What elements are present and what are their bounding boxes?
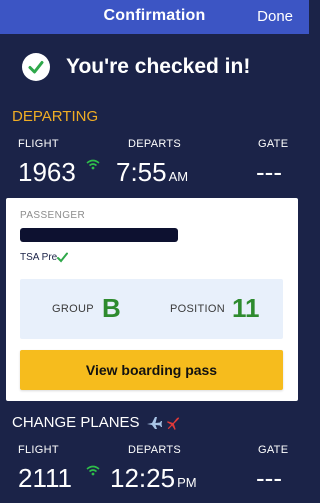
departs-ampm: AM	[168, 169, 189, 184]
passenger-name-redacted	[20, 228, 178, 242]
gate-value: ---	[256, 157, 282, 187]
change-wifi-icon	[86, 465, 100, 476]
tsa-check-icon	[57, 252, 69, 263]
position-value: 11	[232, 293, 260, 323]
flight-label: FLIGHT	[18, 138, 59, 150]
change-departs-label: DEPARTS	[128, 444, 182, 456]
checked-in-text: You're checked in!	[66, 55, 251, 78]
departs-time-value: 7:55	[116, 157, 167, 187]
wifi-icon	[86, 159, 100, 170]
gate-label: GATE	[258, 138, 289, 150]
change-departs-time: 12:25 PM	[110, 463, 197, 494]
change-planes-text: CHANGE PLANES	[12, 414, 140, 431]
checked-in-banner: You're checked in!	[22, 52, 250, 82]
departs-label: DEPARTS	[128, 138, 182, 150]
passenger-label: PASSENGER	[20, 210, 86, 221]
group-value: B	[102, 293, 121, 323]
check-icon	[22, 53, 50, 81]
departs-time: 7:55 AM	[116, 157, 188, 188]
departing-title: DEPARTING	[12, 108, 99, 125]
change-planes-title: CHANGE PLANES	[12, 414, 180, 431]
change-departs-ampm: PM	[177, 475, 197, 490]
view-boarding-pass-button[interactable]: View boarding pass	[20, 350, 283, 390]
boarding-group-box: GROUP B POSITION 11	[20, 279, 283, 339]
change-departs-time-value: 12:25	[110, 463, 176, 493]
change-flight-number: 2111	[18, 463, 72, 493]
position-label: POSITION	[170, 303, 225, 315]
change-gate-value: ---	[256, 463, 282, 493]
tsa-text: TSA Pre	[20, 252, 58, 263]
tsa-precheck: TSA Pre	[20, 252, 69, 263]
nav-bar: Confirmation Done	[0, 0, 309, 34]
passenger-card: PASSENGER TSA Pre GROUP B POSITION 11 Vi…	[6, 198, 298, 401]
change-gate-label: GATE	[258, 444, 289, 456]
group-label: GROUP	[52, 303, 94, 315]
flight-number: 1963	[18, 157, 76, 187]
airplane-red-icon	[166, 416, 179, 430]
airplane-icon	[146, 416, 162, 429]
done-button[interactable]: Done	[257, 8, 293, 25]
change-flight-label: FLIGHT	[18, 444, 59, 456]
